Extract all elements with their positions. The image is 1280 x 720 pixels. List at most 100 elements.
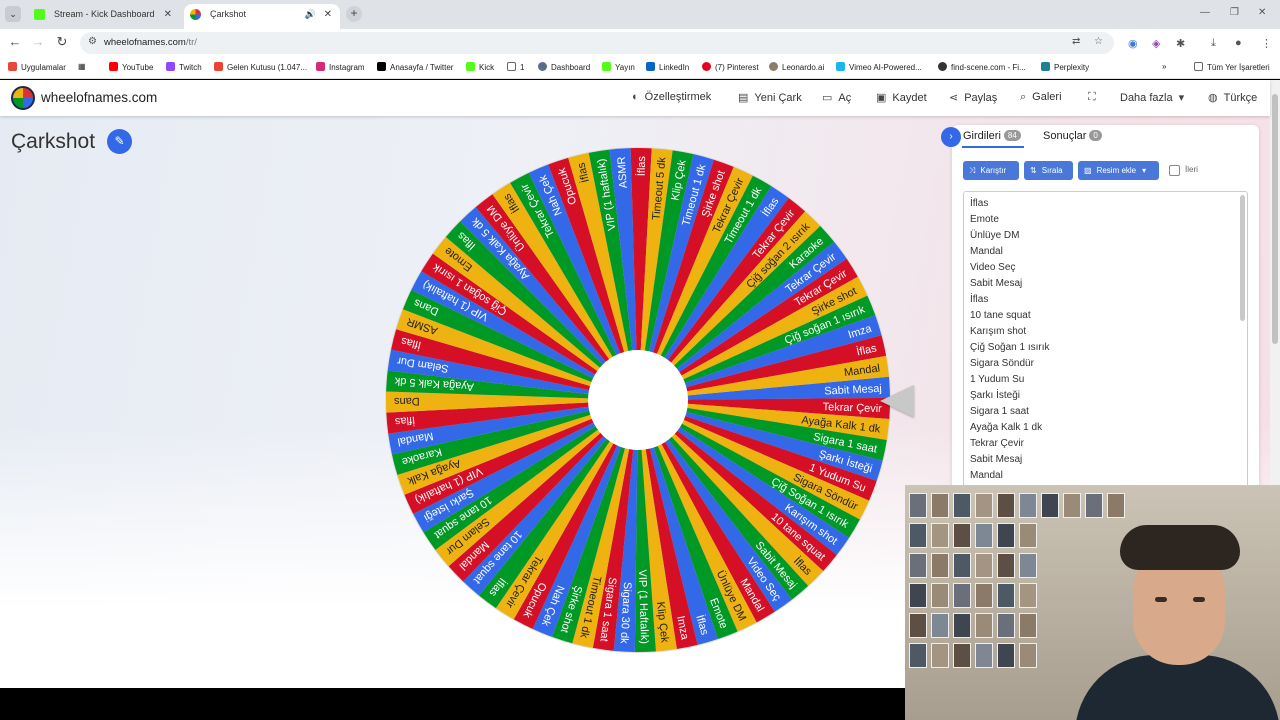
entry-line[interactable]: Şarkı İsteği xyxy=(970,390,1020,401)
edit-title-button[interactable]: ✎ xyxy=(107,129,132,154)
bookmark-item[interactable]: Twitch xyxy=(166,62,202,72)
entry-line[interactable]: Ünlüye DM xyxy=(970,230,1019,241)
extension-icon[interactable]: ◉ xyxy=(1128,37,1138,50)
wheel-title[interactable]: Çarkshot xyxy=(11,130,95,154)
bookmarks-bar: Uygulamalar ▦ YouTube Twitch Gelen Kutus… xyxy=(0,57,1280,79)
grid-icon[interactable]: ▦ xyxy=(78,62,86,71)
perplexity-icon xyxy=(1041,62,1050,71)
bookmark-item[interactable]: LinkedIn xyxy=(646,62,689,72)
wall-poster xyxy=(1019,493,1037,518)
new-tab-button[interactable]: + xyxy=(346,6,362,22)
profile-avatar[interactable]: ● xyxy=(1235,37,1242,49)
more-bookmarks-icon[interactable]: » xyxy=(1162,62,1166,71)
page-scrollbar-thumb[interactable] xyxy=(1272,94,1278,344)
tab-title: Stream - Kick Dashboard xyxy=(54,9,155,19)
entries-textarea[interactable]: İflas Emote Ünlüye DM Mandal Video Seç Sabit … xyxy=(963,191,1248,491)
bookmark-item[interactable]: Leonardo.ai xyxy=(769,62,824,72)
translate-icon[interactable]: ⇄ xyxy=(1072,36,1080,47)
bookmark-item[interactable]: find-scene.com - Fi... xyxy=(938,62,1026,72)
audio-icon[interactable]: 🔊 xyxy=(305,4,316,25)
tab-search-icon[interactable]: ⌄ xyxy=(5,6,21,22)
entry-line[interactable]: Sabit Mesaj xyxy=(970,278,1022,289)
extensions-puzzle-icon[interactable]: ✱ xyxy=(1176,37,1185,50)
fullscreen-button[interactable]: ⛶ xyxy=(1088,91,1102,104)
reload-icon[interactable]: ↻ xyxy=(53,34,71,50)
wall-poster xyxy=(1041,493,1059,518)
entry-line[interactable]: Tekrar Çevir xyxy=(970,438,1024,449)
wall-poster xyxy=(931,613,949,638)
tab-results[interactable]: Sonuçlar 0 xyxy=(1043,130,1102,142)
sort-button[interactable]: ⇅ Sırala xyxy=(1024,161,1073,180)
close-window-icon[interactable]: ✕ xyxy=(1258,7,1266,18)
entries-scrollbar[interactable] xyxy=(1240,195,1245,321)
bookmark-item[interactable]: Dashboard xyxy=(538,62,590,72)
back-icon[interactable]: ← xyxy=(6,34,24,49)
customize-button[interactable]: ◐ Özelleştirmek xyxy=(632,91,711,103)
site-name[interactable]: wheelofnames.com xyxy=(41,90,157,105)
advanced-checkbox[interactable] xyxy=(1169,165,1180,176)
wheel-svg[interactable]: Sabit MesajTekrar ÇevirAyağa Kalk 1 dkSi… xyxy=(384,146,892,654)
tab-carkshot[interactable]: Çarkshot 🔊 ✕ xyxy=(184,4,340,29)
entry-line[interactable]: Mandal xyxy=(970,246,1003,257)
entry-line[interactable]: Mandal xyxy=(970,470,1003,481)
all-bookmarks[interactable]: Tüm Yer İşaretleri xyxy=(1194,62,1270,72)
wheel-center[interactable] xyxy=(588,350,688,450)
entry-line[interactable]: Ayağa Kalk 1 dk xyxy=(970,422,1042,433)
maximize-icon[interactable]: ❐ xyxy=(1230,7,1239,18)
entry-line[interactable]: Sigara Söndür xyxy=(970,358,1034,369)
entry-line[interactable]: İflas xyxy=(970,198,988,209)
bookmark-star-icon[interactable]: ☆ xyxy=(1094,36,1103,47)
gallery-button[interactable]: ⌕ Galeri xyxy=(1020,91,1062,104)
folder-icon xyxy=(1194,62,1203,71)
bookmark-item[interactable]: Gelen Kutusu (1.047... xyxy=(214,62,307,72)
tab-entries[interactable]: Girdileri 84 xyxy=(963,130,1021,142)
close-tab-icon[interactable]: ✕ xyxy=(324,4,332,25)
chevron-right-icon: › xyxy=(949,131,953,142)
bookmark-item[interactable]: Uygulamalar xyxy=(8,62,66,72)
wheel[interactable]: Sabit Mesaj Tekrar Çevir Ayağa Kalk 1 dk Si… xyxy=(384,146,892,654)
new-wheel-button[interactable]: ▤ Yeni Çark xyxy=(738,91,802,104)
bookmark-item[interactable]: YouTube xyxy=(109,62,153,72)
open-button[interactable]: ▭ Aç xyxy=(822,91,851,104)
more-menu-icon[interactable]: ⋮ xyxy=(1261,37,1272,50)
entry-line[interactable]: 10 tane squat xyxy=(970,310,1031,321)
shuffle-button[interactable]: ⤨ Karıştır xyxy=(963,161,1019,180)
entry-line[interactable]: Çiğ Soğan 1 ısırık xyxy=(970,342,1049,353)
bookmark-item[interactable]: Kick xyxy=(466,62,494,72)
language-selector[interactable]: ◍ Türkçe xyxy=(1208,91,1257,104)
bookmark-item[interactable]: 1 xyxy=(507,62,524,72)
forward-icon[interactable]: → xyxy=(29,34,47,49)
apps-icon xyxy=(8,62,17,71)
extension-icon[interactable]: ◈ xyxy=(1152,37,1160,50)
close-tab-icon[interactable]: ✕ xyxy=(164,4,172,25)
wheel-logo-icon[interactable] xyxy=(11,86,35,110)
entry-line[interactable]: Video Seç xyxy=(970,262,1015,273)
caret-down-icon: ▾ xyxy=(1142,166,1147,175)
tab-kick-dashboard[interactable]: Stream - Kick Dashboard ✕ xyxy=(28,4,180,29)
bookmark-item[interactable]: Yayın xyxy=(602,62,635,72)
gmail-icon xyxy=(214,62,223,71)
minimize-icon[interactable]: — xyxy=(1200,7,1210,18)
entry-line[interactable]: Sigara 1 saat xyxy=(970,406,1029,417)
wall-poster xyxy=(1063,493,1081,518)
wall-poster xyxy=(909,493,927,518)
entry-line[interactable]: Sabit Mesaj xyxy=(970,454,1022,465)
download-icon[interactable]: ⤓ xyxy=(1211,37,1216,50)
collapse-panel-button[interactable]: › xyxy=(941,127,961,147)
bookmark-item[interactable]: Anasayfa / Twitter xyxy=(377,62,453,72)
bookmark-item[interactable]: Instagram xyxy=(316,62,365,72)
share-button[interactable]: ⋖ Paylaş xyxy=(949,91,997,104)
address-bar[interactable]: ⚙ wheelofnames.com/tr/ ⇄ ☆ xyxy=(80,32,1114,54)
entry-line[interactable]: 1 Yudum Su xyxy=(970,374,1024,385)
entry-line[interactable]: İflas xyxy=(970,294,988,305)
bookmark-item[interactable]: (7) Pinterest xyxy=(702,62,759,72)
add-image-button[interactable]: ▨ Resim ekle ▾ xyxy=(1078,161,1159,180)
entry-line[interactable]: Emote xyxy=(970,214,999,225)
more-dropdown[interactable]: Daha fazla ▾ xyxy=(1120,91,1184,104)
save-button[interactable]: ▣ Kaydet xyxy=(876,91,927,104)
bookmark-item[interactable]: Perplexity xyxy=(1041,62,1089,72)
site-info-icon[interactable]: ⚙ xyxy=(88,36,97,47)
entry-line[interactable]: Karışım shot xyxy=(970,326,1026,337)
fullscreen-icon: ⛶ xyxy=(1088,91,1096,103)
bookmark-item[interactable]: Vimeo AI-Powered... xyxy=(836,62,922,72)
